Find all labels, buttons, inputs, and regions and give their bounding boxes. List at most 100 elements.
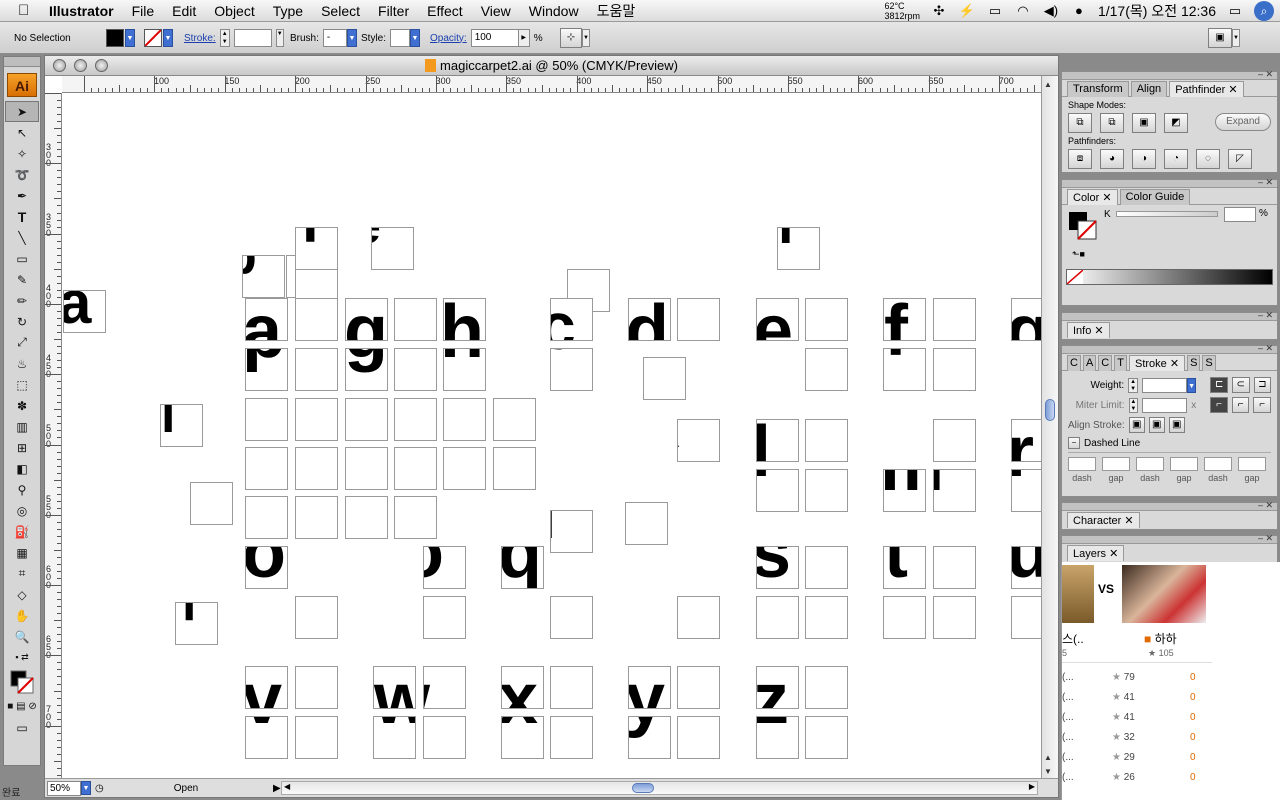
live-paint-tool-icon[interactable]: ⛽	[5, 521, 39, 542]
magic-wand-tool-icon[interactable]: ✧	[5, 143, 39, 164]
crop-tool-icon[interactable]: ⌗	[5, 563, 39, 584]
tab-pathfinder[interactable]: Pathfinder ✕	[1169, 81, 1244, 97]
tab-color[interactable]: Color ✕	[1067, 189, 1118, 205]
ranking-label[interactable]: (...	[1062, 772, 1074, 783]
stencil-tile[interactable]: z	[756, 716, 799, 759]
stencil-tile[interactable]: u	[1011, 596, 1042, 639]
stencil-tile[interactable]: m	[933, 469, 976, 512]
scroll-left-icon[interactable]: ◀	[284, 782, 290, 791]
align-inside-icon[interactable]: ▣	[1148, 417, 1165, 433]
stencil-tile[interactable]: v	[295, 666, 338, 709]
horizontal-scroll-thumb[interactable]	[632, 783, 654, 793]
round-join-icon[interactable]: ⌐	[1231, 397, 1250, 413]
stencil-tile[interactable]: w	[373, 716, 416, 759]
stencil-tile[interactable]: v	[295, 716, 338, 759]
stencil-tile[interactable]: l	[756, 419, 799, 462]
rotate-tool-icon[interactable]: ↻	[5, 311, 39, 332]
stencil-tile[interactable]: x	[550, 666, 593, 709]
tab-stroke[interactable]: Stroke ✕	[1128, 355, 1186, 371]
stencil-tile[interactable]: i	[550, 510, 593, 553]
stencil-tile[interactable]: i	[777, 227, 820, 270]
tab-t[interactable]: T	[1114, 355, 1127, 371]
left-caption[interactable]: 스(..	[1062, 630, 1084, 647]
live-paint-selection-icon[interactable]: ▦	[5, 542, 39, 563]
dash-2[interactable]: dash	[1136, 457, 1164, 483]
brush-field[interactable]: -	[322, 29, 347, 47]
stencil-tile[interactable]: d	[677, 298, 720, 341]
fill-stroke-swatch-icon[interactable]	[1068, 211, 1098, 241]
stencil-tile[interactable]: r	[1011, 419, 1042, 462]
menu-type[interactable]: Type	[264, 0, 312, 22]
tab-color-guide[interactable]: Color Guide	[1119, 189, 1191, 205]
stencil-tile[interactable]: g	[345, 348, 388, 391]
gap-2[interactable]: gap	[1170, 457, 1198, 483]
blend-tool-icon[interactable]: ◎	[5, 500, 39, 521]
stencil-tile[interactable]: s	[805, 596, 848, 639]
stencil-tile[interactable]: c	[550, 348, 593, 391]
stencil-tile[interactable]: l	[805, 419, 848, 462]
divide-icon[interactable]: ⧈	[1068, 149, 1092, 169]
stencil-tile[interactable]: s	[756, 596, 799, 639]
stencil-tile[interactable]: w	[423, 666, 466, 709]
gap-3[interactable]: gap	[1238, 457, 1266, 483]
stencil-tile[interactable]: l	[175, 602, 218, 645]
stencil-tile[interactable]: g	[394, 298, 437, 341]
apple-menu-icon[interactable]: 	[18, 2, 40, 19]
stencil-tile[interactable]: j	[345, 447, 388, 490]
stencil-tile[interactable]: g	[394, 348, 437, 391]
panel-controls-icon[interactable]: ‒ ✕	[1258, 533, 1273, 544]
weight-dropdown-icon[interactable]: ▼	[1186, 377, 1197, 393]
symbol-sprayer-tool-icon[interactable]: ✽	[5, 395, 39, 416]
menu-select[interactable]: Select	[312, 0, 369, 22]
stencil-tile[interactable]: z	[756, 666, 799, 709]
pencil-tool-icon[interactable]: ✏	[5, 290, 39, 311]
stencil-tile[interactable]: l	[295, 227, 338, 270]
zoom-field[interactable]: 50%	[47, 780, 81, 796]
battery-icon[interactable]: ▭	[1226, 4, 1244, 18]
tab-character[interactable]: Character ✕	[1067, 512, 1140, 528]
minus-front-icon[interactable]: ⧉	[1100, 113, 1124, 133]
tools-panel-grip[interactable]	[4, 57, 40, 67]
tab-a[interactable]: A	[1082, 355, 1097, 371]
tab-info[interactable]: Info ✕	[1067, 322, 1110, 338]
stencil-tile[interactable]: e	[756, 298, 799, 341]
stencil-tile[interactable]: t	[933, 596, 976, 639]
panel-controls-icon[interactable]: ‒ ✕	[1258, 343, 1273, 354]
stencil-tile[interactable]: t	[883, 596, 926, 639]
brush-dropdown-icon[interactable]: ▼	[346, 29, 357, 47]
pen-tool-icon[interactable]: ✒	[5, 185, 39, 206]
workspace-icon[interactable]: ▣	[1208, 28, 1232, 48]
line-tool-icon[interactable]: ╲	[5, 227, 39, 248]
stencil-tile[interactable]: l	[805, 469, 848, 512]
stencil-tile[interactable]	[677, 596, 720, 639]
stencil-tile[interactable]: s	[805, 546, 848, 589]
panel-controls-icon[interactable]: ‒ ✕	[1258, 500, 1273, 511]
stencil-tile[interactable]: w	[373, 666, 416, 709]
stencil-tile[interactable]: d	[628, 298, 671, 341]
free-transform-tool-icon[interactable]: ⬚	[5, 374, 39, 395]
tab-transform[interactable]: Transform	[1067, 81, 1129, 97]
minus-back-icon[interactable]: ◸	[1228, 149, 1252, 169]
stroke-weight-field[interactable]	[233, 29, 272, 47]
zoom-tool-icon[interactable]: 🔍	[5, 626, 39, 647]
opacity-arrow-icon[interactable]: ▶	[517, 29, 530, 47]
gap-1[interactable]: gap	[1102, 457, 1130, 483]
panel-controls-icon[interactable]: ‒ ✕	[1258, 69, 1273, 80]
stencil-tile[interactable]: u	[394, 398, 437, 441]
isolate-dropdown-icon[interactable]: ▼	[582, 29, 590, 47]
menu-edit[interactable]: Edit	[163, 0, 205, 22]
default-colors-icon[interactable]: ▪ ⇄	[5, 647, 39, 668]
hand-tool-icon[interactable]: ✋	[5, 605, 39, 626]
color-spectrum-bar[interactable]	[1066, 269, 1273, 285]
stencil-tile[interactable]: r	[345, 398, 388, 441]
scroll-up-icon[interactable]: ▲	[1044, 80, 1052, 89]
none-color-icon[interactable]	[1067, 270, 1083, 284]
round-cap-icon[interactable]: ⊂	[1231, 377, 1250, 393]
spotlight-icon[interactable]: ⌕	[1254, 1, 1274, 21]
k-slider[interactable]	[1116, 211, 1218, 217]
style-field[interactable]	[390, 29, 411, 47]
stencil-tile[interactable]: v	[245, 666, 288, 709]
stencil-tile[interactable]: s	[756, 546, 799, 589]
status-text[interactable]: Open	[174, 783, 254, 794]
projecting-cap-icon[interactable]: ⊐	[1253, 377, 1272, 393]
